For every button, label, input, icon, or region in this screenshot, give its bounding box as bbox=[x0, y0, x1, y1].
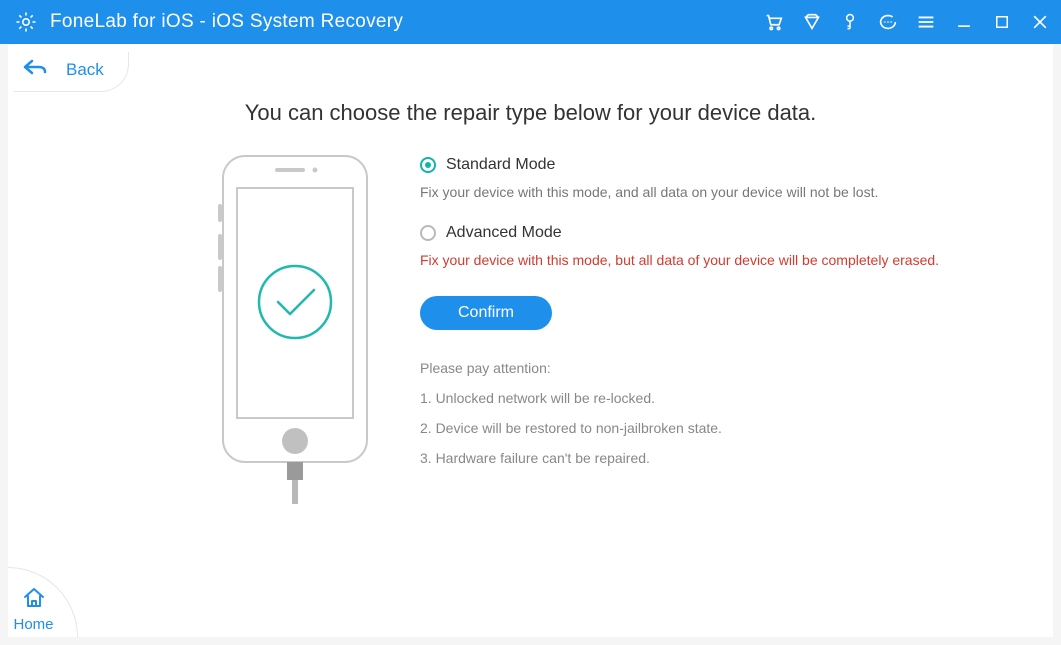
chat-icon[interactable] bbox=[877, 11, 899, 33]
advanced-mode-desc: Fix your device with this mode, but all … bbox=[420, 252, 1021, 268]
key-icon[interactable] bbox=[839, 11, 861, 33]
home-button[interactable]: Home bbox=[0, 567, 78, 645]
back-label: Back bbox=[66, 60, 104, 80]
app-title: FoneLab for iOS - iOS System Recovery bbox=[50, 11, 403, 33]
attention-item: 3. Hardware failure can't be repaired. bbox=[420, 450, 1021, 466]
menu-icon[interactable] bbox=[915, 11, 937, 33]
titlebar: FoneLab for iOS - iOS System Recovery bbox=[0, 0, 1061, 44]
diamond-icon[interactable] bbox=[801, 11, 823, 33]
radio-advanced-mode[interactable]: Advanced Mode bbox=[420, 224, 1021, 242]
close-icon[interactable] bbox=[1029, 11, 1051, 33]
back-row: Back bbox=[0, 44, 1061, 92]
main-content: You can choose the repair type below for… bbox=[0, 100, 1061, 504]
minimize-icon[interactable] bbox=[953, 11, 975, 33]
radio-standard-mode[interactable]: Standard Mode bbox=[420, 156, 1021, 174]
home-label: Home bbox=[13, 616, 53, 633]
standard-mode-label: Standard Mode bbox=[446, 156, 555, 174]
page-heading: You can choose the repair type below for… bbox=[40, 100, 1021, 126]
maximize-icon[interactable] bbox=[991, 11, 1013, 33]
back-button[interactable]: Back bbox=[14, 52, 129, 92]
advanced-mode-label: Advanced Mode bbox=[446, 224, 562, 242]
attention-title: Please pay attention: bbox=[420, 360, 1021, 376]
cart-icon[interactable] bbox=[763, 11, 785, 33]
phone-icon bbox=[215, 154, 375, 504]
device-illustration bbox=[210, 154, 380, 504]
confirm-button[interactable]: Confirm bbox=[420, 296, 552, 330]
app-logo-gear-icon bbox=[14, 10, 38, 34]
attention-item: 2. Device will be restored to non-jailbr… bbox=[420, 420, 1021, 436]
radio-icon bbox=[420, 225, 436, 241]
radio-icon bbox=[420, 157, 436, 173]
attention-list: 1. Unlocked network will be re-locked. 2… bbox=[420, 390, 1021, 466]
standard-mode-desc: Fix your device with this mode, and all … bbox=[420, 184, 1021, 200]
back-arrow-icon bbox=[22, 58, 48, 81]
home-icon bbox=[22, 586, 46, 614]
attention-item: 1. Unlocked network will be re-locked. bbox=[420, 390, 1021, 406]
